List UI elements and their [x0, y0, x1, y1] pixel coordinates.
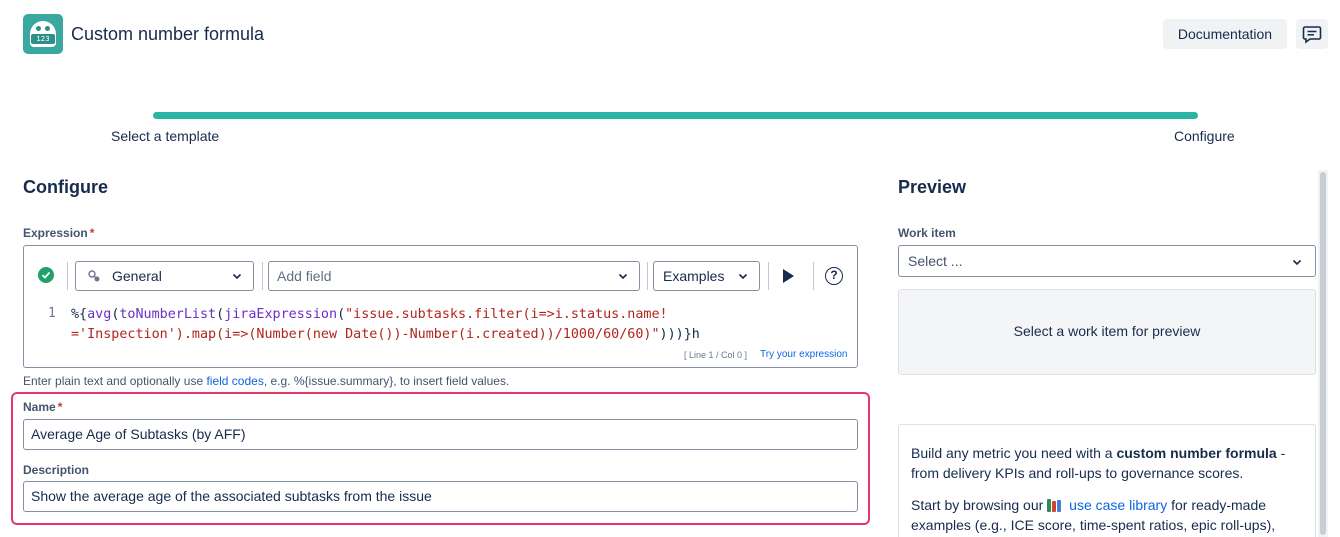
books-icon	[1047, 498, 1063, 512]
expression-helper-text: Enter plain text and optionally use fiel…	[23, 374, 510, 388]
name-input[interactable]: Average Age of Subtasks (by AFF)	[23, 419, 858, 450]
toolbar-divider	[67, 262, 68, 290]
logo-number: 123	[31, 34, 55, 44]
page-title: Custom number formula	[71, 24, 265, 44]
info-paragraph-1: Build any metric you need with a custom …	[911, 445, 1286, 481]
cursor-position: [ Line 1 / Col 0 ]	[684, 350, 748, 360]
ghost-mascot-icon: 123	[30, 21, 56, 47]
toolbar-divider	[262, 262, 263, 290]
check-circle-icon	[38, 267, 54, 283]
info-panel: Build any metric you need with a custom …	[898, 424, 1316, 537]
field-codes-link[interactable]: field codes	[206, 374, 263, 388]
expression-code[interactable]: %{avg(toNumberList(jiraExpression("issue…	[71, 305, 851, 345]
nodes-icon	[88, 270, 100, 282]
examples-dropdown[interactable]: Examples	[653, 261, 760, 291]
toolbar-divider	[768, 262, 769, 290]
work-item-select[interactable]: Select ...	[898, 245, 1316, 277]
help-icon[interactable]: ?	[825, 267, 843, 285]
eye-left	[36, 26, 41, 31]
preview-result-panel: Select a work item for preview	[898, 289, 1316, 375]
description-label: Description	[23, 463, 90, 477]
configure-heading: Configure	[23, 177, 108, 197]
chevron-down-icon	[618, 273, 628, 280]
work-item-label: Work item	[898, 226, 956, 240]
work-item-select-value: Select ...	[908, 253, 963, 269]
toolbar-divider	[647, 262, 648, 290]
add-field-dropdown[interactable]: Add field	[268, 261, 640, 291]
info-paragraph-2: Start by browsing our use case library f…	[911, 497, 1276, 533]
step-select-template[interactable]: Select a template	[111, 128, 219, 144]
comment-icon	[1302, 26, 1322, 44]
add-field-placeholder: Add field	[277, 268, 332, 284]
toolbar-divider	[813, 262, 814, 290]
expression-editor[interactable]: General Add field Examples ? 1 %{avg(toN…	[23, 245, 858, 368]
app-logo-icon: 123	[23, 14, 63, 54]
chevron-down-icon	[1292, 259, 1302, 266]
chevron-down-icon	[738, 273, 748, 280]
use-case-library-link[interactable]: use case library	[1069, 497, 1167, 513]
step-configure[interactable]: Configure	[1174, 128, 1235, 144]
preview-scrollbar-thumb[interactable]	[1320, 172, 1326, 535]
chevron-down-icon	[232, 273, 242, 280]
description-input[interactable]: Show the average age of the associated s…	[23, 481, 858, 512]
eye-right	[45, 26, 50, 31]
stepper-progress-bar	[153, 112, 1198, 119]
type-dropdown-value: General	[112, 268, 162, 284]
type-dropdown[interactable]: General	[75, 261, 254, 291]
code-line-number: 1	[48, 306, 56, 321]
play-icon[interactable]	[781, 268, 795, 284]
feedback-button[interactable]	[1296, 19, 1328, 49]
documentation-button[interactable]: Documentation	[1163, 19, 1287, 49]
expression-label: Expression *	[23, 226, 95, 240]
preview-heading: Preview	[898, 177, 967, 197]
try-expression-link[interactable]: Try your expression	[760, 349, 847, 360]
name-label: Name *	[23, 400, 63, 414]
examples-label: Examples	[663, 268, 725, 284]
